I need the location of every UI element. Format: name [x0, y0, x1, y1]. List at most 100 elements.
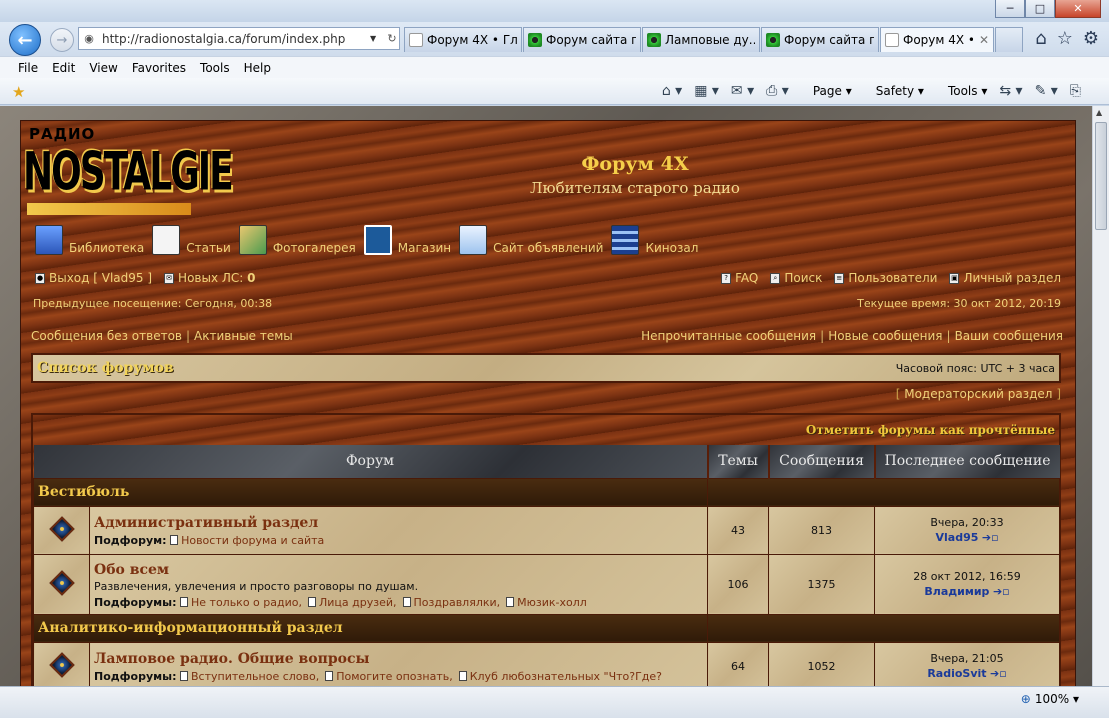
subforum-label: Мюзик-холл: [517, 595, 587, 609]
current-time: Текущее время: 30 окт 2012, 20:19: [857, 297, 1061, 310]
vertical-scrollbar[interactable]: ▲: [1092, 106, 1109, 686]
subforum-link[interactable]: Помогите опознать,: [325, 670, 453, 683]
menu-view[interactable]: View: [89, 61, 117, 75]
menu-help[interactable]: Help: [244, 61, 271, 75]
user-bar-left: ● Выход [ Vlad95 ] ✉ Новых ЛС: 0: [35, 271, 268, 285]
print-icon[interactable]: ⎙ ▾: [766, 83, 789, 99]
mark-forums-read-link[interactable]: Отметить форумы как прочтённые: [806, 423, 1055, 437]
new-tab-button[interactable]: [995, 27, 1023, 52]
search-link[interactable]: ⌕ Поиск: [770, 271, 822, 285]
logout-link[interactable]: ● Выход [ Vlad95 ]: [35, 271, 152, 285]
members-label: Пользователи: [848, 271, 938, 285]
menu-file[interactable]: File: [18, 61, 38, 75]
page-menu-button[interactable]: Page ▾: [801, 84, 852, 98]
subforum-link[interactable]: Вступительное слово,: [180, 670, 319, 683]
subforum-link[interactable]: Поздравлялки,: [402, 596, 500, 609]
subforum-label-prefix: Подфорумы:: [94, 595, 177, 609]
forum-icon-cell: [33, 505, 90, 555]
nav-library[interactable]: Библиотека: [35, 225, 144, 255]
subforum-link[interactable]: Мюзик-холл: [506, 596, 587, 609]
menu-tools[interactable]: Tools: [200, 61, 230, 75]
last-post-cell: Вчера, 20:33 Vlad95 ➔▫: [874, 505, 1061, 555]
maximize-button[interactable]: □: [1025, 0, 1055, 18]
zoom-control[interactable]: ⊕ 100% ▾: [1021, 692, 1079, 706]
menu-edit[interactable]: Edit: [52, 61, 75, 75]
new-posts-link[interactable]: Новые сообщения: [828, 329, 942, 343]
nav-cinema[interactable]: Кинозал: [611, 225, 698, 255]
forward-button[interactable]: →: [50, 28, 74, 52]
members-link[interactable]: ≡ Пользователи: [834, 271, 937, 285]
mail-icon[interactable]: ✉ ▾: [731, 83, 754, 99]
forum-status-icon: [48, 569, 75, 596]
quick-links: Сообщения без ответов | Активные темы Непр…: [31, 329, 1063, 343]
back-button[interactable]: ←: [9, 24, 41, 56]
subforum-link[interactable]: Не только о радио,: [180, 596, 302, 609]
address-bar[interactable]: ◉ http://radionostalgia.ca/forum/index.p…: [78, 27, 400, 50]
unanswered-link[interactable]: Сообщения без ответов: [31, 329, 182, 343]
faq-link[interactable]: ? FAQ: [721, 271, 758, 285]
view-last-post-icon[interactable]: ➔▫: [982, 531, 999, 544]
nav-ads[interactable]: Сайт объявлений: [459, 225, 603, 255]
last-post-user-link[interactable]: RadioSvit: [927, 667, 986, 680]
close-window-button[interactable]: ✕: [1055, 0, 1101, 18]
moderator-link[interactable]: Модераторский раздел: [904, 387, 1052, 401]
scroll-up-icon[interactable]: ▲: [1096, 108, 1102, 117]
table-row: Ламповое радио. Общие вопросы Подфорумы: …: [33, 641, 1061, 686]
nav-articles[interactable]: Статьи: [152, 225, 231, 255]
translate-icon[interactable]: ⇆ ▾: [999, 83, 1022, 99]
favorites-bar-icon[interactable]: ★: [12, 83, 25, 101]
category-link[interactable]: Вестибюль: [32, 477, 709, 507]
category-analytics: Аналитико-информационный раздел: [32, 613, 1061, 643]
refresh-icon[interactable]: ↻: [385, 32, 399, 45]
last-post-user-link[interactable]: Владимир: [924, 585, 989, 598]
ucp-label: Личный раздел: [963, 271, 1061, 285]
home-icon[interactable]: ⌂: [1035, 28, 1046, 49]
own-posts-link[interactable]: Ваши сообщения: [955, 329, 1063, 343]
address-url[interactable]: http://radionostalgia.ca/forum/index.php: [102, 32, 370, 46]
new-pm-link[interactable]: ✉ Новых ЛС: 0: [164, 271, 256, 285]
subforum-link[interactable]: Новости форума и сайта: [170, 534, 324, 547]
tab-1[interactable]: Форум сайта г...: [523, 27, 641, 52]
subforum-icon: [180, 671, 188, 681]
subforum-link[interactable]: Клуб любознательных "Что?Где?: [458, 670, 662, 683]
logout-label: Выход [ Vlad95 ]: [49, 271, 153, 285]
minimize-button[interactable]: ─: [995, 0, 1025, 18]
new-pm-label: Новых ЛС:: [178, 271, 244, 285]
nav-gallery[interactable]: Фотогалерея: [238, 225, 356, 255]
category-link[interactable]: Аналитико-информационный раздел: [32, 613, 709, 643]
pen-icon[interactable]: ✎ ▾: [1035, 83, 1058, 99]
unread-posts-link[interactable]: Непрочитанные сообщения: [641, 329, 816, 343]
quick-links-right: Непрочитанные сообщения | Новые сообщения |…: [641, 329, 1063, 343]
tab-0[interactable]: Форум 4Х • Гл...: [404, 27, 522, 52]
research-icon[interactable]: ⎘: [1070, 83, 1081, 99]
nav-label: Кинозал: [645, 241, 699, 255]
settings-gear-icon[interactable]: ⚙: [1083, 28, 1099, 49]
tab-2[interactable]: Ламповые ду...: [642, 27, 760, 52]
ucp-link[interactable]: ▣ Личный раздел: [949, 271, 1061, 285]
safety-menu-button[interactable]: Safety ▾: [864, 84, 924, 98]
forum-title-link[interactable]: Административный раздел: [94, 513, 707, 531]
forum-title-link[interactable]: Ламповое радио. Общие вопросы: [94, 649, 707, 667]
address-dropdown-icon[interactable]: ▼: [370, 34, 382, 43]
tools-menu-button[interactable]: Tools ▾: [936, 84, 987, 98]
scrollbar-thumb[interactable]: [1095, 122, 1107, 230]
home-page-icon[interactable]: ⌂ ▾: [662, 83, 682, 99]
view-last-post-icon[interactable]: ➔▫: [993, 585, 1010, 598]
feeds-icon[interactable]: ▦ ▾: [694, 83, 719, 99]
close-tab-icon[interactable]: ✕: [979, 33, 989, 47]
forum-title-link[interactable]: Обо всем: [94, 560, 707, 578]
tab-3[interactable]: Форум сайта г...: [761, 27, 879, 52]
subforum-icon: [325, 671, 334, 681]
tab-4[interactable]: Форум 4Х •... ✕: [880, 27, 994, 52]
last-post-user-link[interactable]: Vlad95: [935, 531, 978, 544]
active-topics-link[interactable]: Активные темы: [194, 329, 293, 343]
nav-shop[interactable]: Магазин: [363, 225, 451, 255]
subforum-link[interactable]: Лица друзей,: [308, 596, 397, 609]
forum-index-link[interactable]: Список форумов: [37, 360, 174, 376]
view-last-post-icon[interactable]: ➔▫: [990, 667, 1007, 680]
forum-info-cell: Административный раздел Подфорум: Новости…: [88, 505, 709, 555]
last-visit: Предыдущее посещение: Сегодня, 00:38: [33, 297, 273, 310]
favorites-star-icon[interactable]: ☆: [1057, 28, 1073, 49]
command-bar: ★ ⌂ ▾ ▦ ▾ ✉ ▾ ⎙ ▾ Page ▾ Safety ▾ Tools …: [0, 78, 1109, 105]
menu-favorites[interactable]: Favorites: [132, 61, 186, 75]
